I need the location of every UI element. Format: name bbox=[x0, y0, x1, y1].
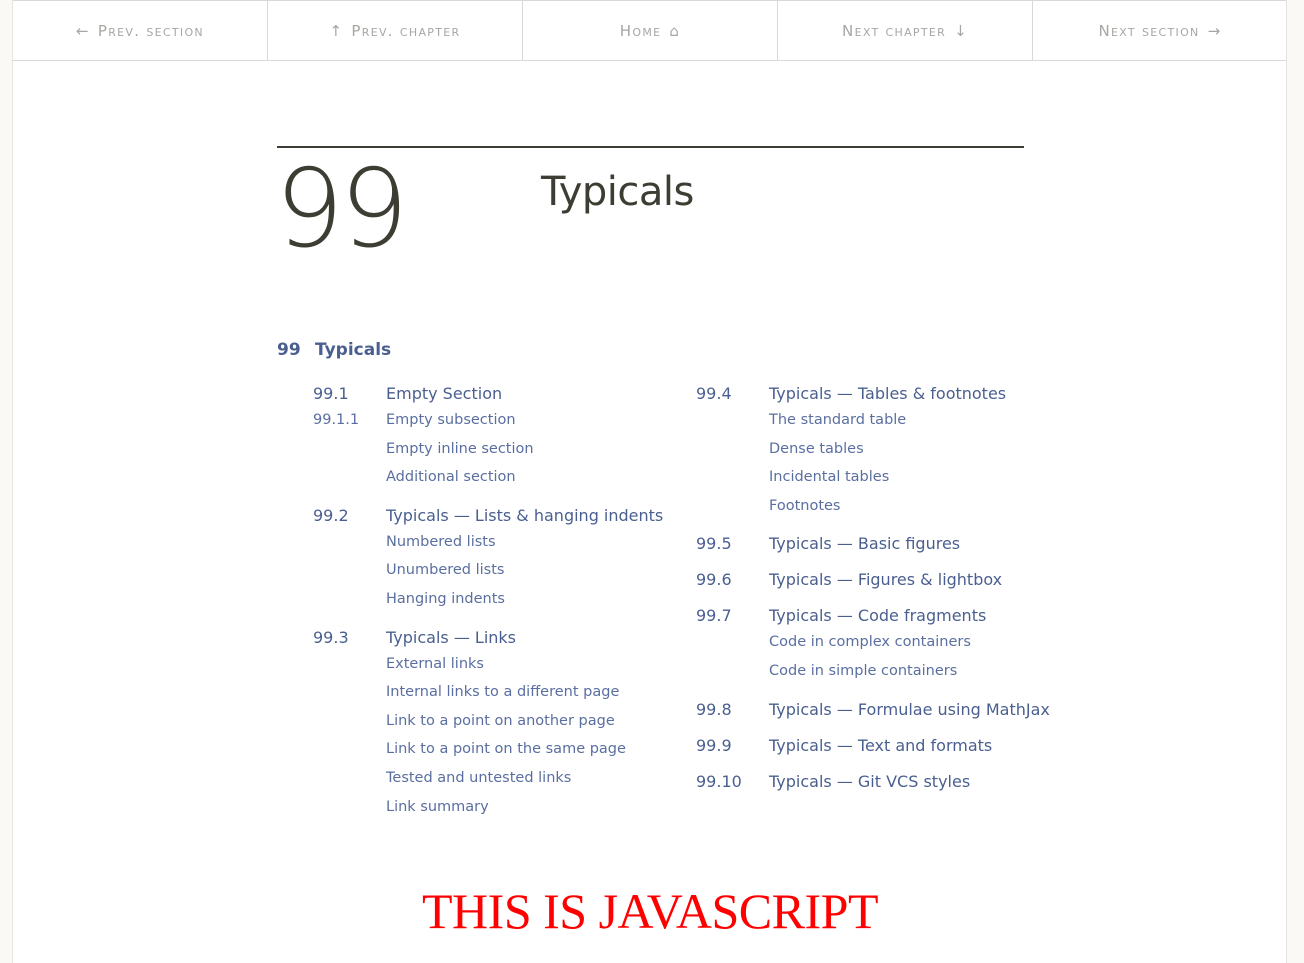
toc-subsection-link[interactable]: Additional section bbox=[386, 463, 683, 492]
toc-left-column: 99.1 Empty Section 99.1.1 Empty subsecti… bbox=[313, 382, 683, 830]
toc-subsection-number: 99.1.1 bbox=[313, 412, 360, 428]
toc-section-number: 99.7 bbox=[696, 606, 732, 626]
toc-section-title: Typicals — Code fragments bbox=[769, 606, 987, 626]
toc-section-title: Empty Section bbox=[386, 384, 503, 403]
toc-subsection-link[interactable]: Code in simple containers bbox=[769, 657, 1036, 686]
toc-section-number: 99.8 bbox=[696, 699, 732, 719]
toc-section-title: Typicals — Git VCS styles bbox=[769, 771, 971, 791]
toc-section: 99.10 Typicals — Git VCS styles bbox=[696, 770, 1036, 794]
toc-subsection-link[interactable]: The standard table bbox=[769, 406, 1036, 435]
toc-subsection-link[interactable]: Link to a point on the same page bbox=[386, 735, 683, 764]
arrow-right-icon: → bbox=[1207, 21, 1222, 40]
toc-section-number: 99.10 bbox=[696, 771, 742, 791]
chapter-title: Typicals bbox=[541, 169, 694, 215]
chapter-navigation: ← Prev. section ↑ Prev. chapter Home ⌂ N… bbox=[13, 0, 1286, 61]
home-label: Home bbox=[619, 21, 662, 40]
toc-section: 99.6 Typicals — Figures & lightbox bbox=[696, 568, 1036, 592]
toc-subsection-link[interactable]: Tested and untested links bbox=[386, 764, 683, 793]
next-chapter-label: Next chapter bbox=[842, 21, 947, 40]
toc-subsection-link[interactable]: 99.1.1 Empty subsection bbox=[313, 406, 683, 435]
toc-section-number: 99.2 bbox=[313, 505, 349, 525]
toc-section: 99.2 Typicals — Lists & hanging indents … bbox=[313, 504, 683, 614]
arrow-left-icon: ← bbox=[76, 21, 90, 40]
toc-chapter-title: Typicals bbox=[315, 340, 392, 360]
arrow-down-icon: ↓ bbox=[954, 21, 968, 40]
toc-subsection-list: The standard table Dense tables Incident… bbox=[696, 406, 1036, 520]
toc-subsection-list: Code in complex containers Code in simpl… bbox=[696, 628, 1036, 685]
prev-section-label: Prev. section bbox=[97, 21, 204, 40]
toc-section-link[interactable]: 99.9 Typicals — Text and formats bbox=[696, 734, 1036, 758]
toc-section-title: Typicals — Basic figures bbox=[769, 534, 961, 554]
chapter-number: 99 bbox=[275, 147, 408, 272]
javascript-banner: THIS IS JAVASCRIPT bbox=[422, 883, 878, 939]
toc-subsection-list: Numbered lists Unumbered lists Hanging i… bbox=[313, 528, 683, 614]
toc-section-title: Typicals — Lists & hanging indents bbox=[386, 505, 664, 525]
toc-section-number: 99.9 bbox=[696, 735, 732, 755]
toc-subsection-link[interactable]: Numbered lists bbox=[386, 528, 683, 557]
toc-section-title: Typicals — Formulae using MathJax bbox=[769, 699, 1050, 719]
toc-section-link[interactable]: 99.10 Typicals — Git VCS styles bbox=[696, 770, 1036, 794]
toc-subsection-link[interactable]: Link to a point on another page bbox=[386, 707, 683, 736]
toc-subsection-link[interactable]: Code in complex containers bbox=[769, 628, 1036, 657]
toc-section-link[interactable]: 99.8 Typicals — Formulae using MathJax bbox=[696, 698, 1050, 722]
toc-subsection-list: Empty inline section Additional section bbox=[313, 435, 683, 492]
toc-section-number: 99.4 bbox=[696, 384, 732, 403]
toc-section: 99.4 Typicals — Tables & footnotes The s… bbox=[696, 382, 1036, 520]
prev-chapter-label: Prev. chapter bbox=[351, 21, 461, 40]
toc-subsection-link[interactable]: Footnotes bbox=[769, 492, 1036, 521]
toc-subsection-link[interactable]: Internal links to a different page bbox=[386, 678, 683, 707]
toc-section: 99.3 Typicals — Links External links Int… bbox=[313, 626, 683, 822]
toc-section: 99.1 Empty Section 99.1.1 Empty subsecti… bbox=[313, 382, 683, 492]
toc-section-link[interactable]: 99.1 Empty Section bbox=[313, 382, 683, 406]
toc-section-number: 99.5 bbox=[696, 534, 732, 554]
toc-subsection-link[interactable]: Unumbered lists bbox=[386, 556, 683, 585]
prev-section-link[interactable]: ← Prev. section bbox=[13, 1, 268, 60]
toc-section-link[interactable]: 99.2 Typicals — Lists & hanging indents bbox=[313, 504, 683, 528]
toc-subsection-title: Empty subsection bbox=[386, 412, 516, 428]
toc-subsection-link[interactable]: Hanging indents bbox=[386, 585, 683, 614]
toc-section-link[interactable]: 99.3 Typicals — Links bbox=[313, 626, 683, 650]
home-icon: ⌂ bbox=[669, 21, 681, 40]
toc-section: 99.5 Typicals — Basic figures bbox=[696, 532, 1036, 556]
toc-right-column: 99.4 Typicals — Tables & footnotes The s… bbox=[696, 382, 1050, 806]
page: ← Prev. section ↑ Prev. chapter Home ⌂ N… bbox=[12, 0, 1287, 963]
toc-section-link[interactable]: 99.7 Typicals — Code fragments bbox=[696, 604, 1036, 628]
toc-section-title: Typicals — Tables & footnotes bbox=[769, 384, 1007, 403]
prev-chapter-link[interactable]: ↑ Prev. chapter bbox=[268, 1, 523, 60]
toc-subsection-link[interactable]: Empty inline section bbox=[386, 435, 683, 464]
toc-section: 99.8 Typicals — Formulae using MathJax bbox=[696, 698, 1050, 722]
toc-subsection-list: External links Internal links to a diffe… bbox=[313, 650, 683, 822]
next-section-label: Next section bbox=[1098, 21, 1200, 40]
arrow-up-icon: ↑ bbox=[329, 21, 344, 40]
toc-subsection-link[interactable]: External links bbox=[386, 650, 683, 679]
toc-subsection-link[interactable]: Incidental tables bbox=[769, 463, 1036, 492]
next-chapter-link[interactable]: Next chapter ↓ bbox=[778, 1, 1033, 60]
toc-section-link[interactable]: 99.6 Typicals — Figures & lightbox bbox=[696, 568, 1036, 592]
toc-section-number: 99.6 bbox=[696, 570, 732, 590]
toc-section-link[interactable]: 99.5 Typicals — Basic figures bbox=[696, 532, 1036, 556]
toc-section-link[interactable]: 99.4 Typicals — Tables & footnotes bbox=[696, 382, 1036, 406]
toc-subsection-link[interactable]: Dense tables bbox=[769, 435, 1036, 464]
toc-section-number: 99.3 bbox=[313, 627, 349, 647]
toc-section: 99.9 Typicals — Text and formats bbox=[696, 734, 1036, 758]
toc-section-title: Typicals — Text and formats bbox=[769, 735, 993, 755]
toc-subsection-link[interactable]: Link summary bbox=[386, 793, 683, 822]
home-link[interactable]: Home ⌂ bbox=[523, 1, 778, 60]
toc-section-title: Typicals — Figures & lightbox bbox=[769, 570, 1003, 590]
toc-section-title: Typicals — Links bbox=[386, 627, 517, 647]
next-section-link[interactable]: Next section → bbox=[1033, 1, 1286, 60]
toc-section-number: 99.1 bbox=[313, 384, 349, 403]
toc-chapter-link[interactable]: 99 Typicals bbox=[277, 338, 391, 362]
toc-chapter-number: 99 bbox=[277, 340, 301, 360]
toc-section: 99.7 Typicals — Code fragments Code in c… bbox=[696, 604, 1036, 685]
